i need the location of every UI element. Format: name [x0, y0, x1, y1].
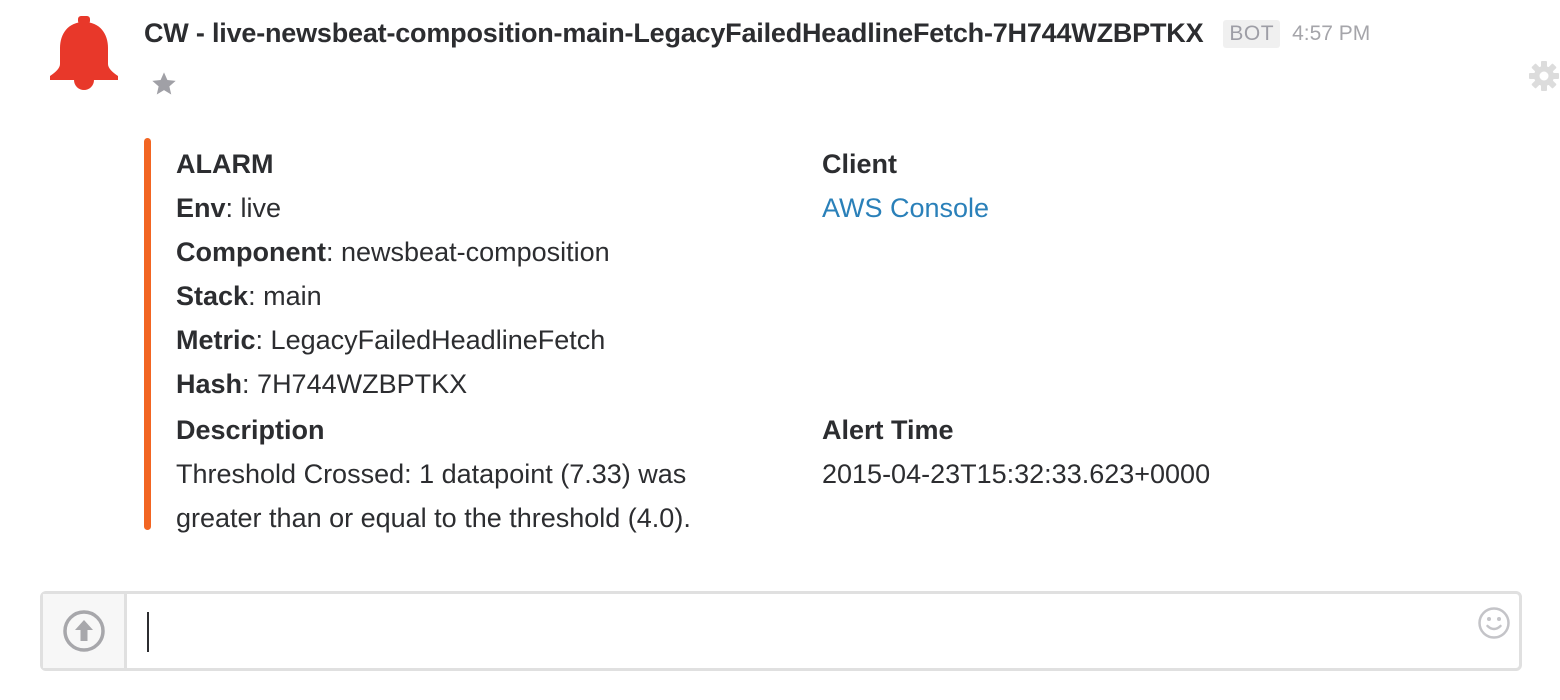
field-component: Component: newsbeat-composition [176, 237, 610, 267]
description-line-1: Threshold Crossed: 1 datapoint (7.33) wa… [176, 459, 687, 489]
client-field: Client AWS Console [822, 142, 989, 230]
alert-time-value: 2015-04-23T15:32:33.623+0000 [822, 459, 1211, 489]
bell-icon[interactable] [48, 16, 120, 90]
field-env: Env: live [176, 193, 282, 223]
star-icon[interactable] [150, 70, 178, 98]
alert-time-field: Alert Time 2015-04-23T15:32:33.623+0000 [822, 408, 1210, 496]
description-title: Description [176, 415, 325, 445]
message-timestamp[interactable]: 4:57 PM [1292, 22, 1370, 46]
message-header: CW - live-newsbeat-composition-main-Lega… [144, 18, 1370, 49]
message-input[interactable] [133, 598, 1453, 664]
text-cursor [147, 612, 149, 652]
message-composer [40, 591, 1522, 671]
client-title: Client [822, 149, 898, 179]
sender-name[interactable]: CW - live-newsbeat-composition-main-Lega… [144, 18, 1204, 49]
field-stack: Stack: main [176, 281, 322, 311]
field-hash: Hash: 7H744WZBPTKX [176, 369, 468, 399]
alarm-fields: ALARM Env: live Component: newsbeat-comp… [176, 142, 610, 406]
smiley-icon[interactable] [1477, 606, 1511, 640]
bot-badge: BOT [1223, 19, 1281, 48]
alarm-attachment: ALARM Env: live Component: newsbeat-comp… [144, 138, 1444, 533]
chat-message: CW - live-newsbeat-composition-main-Lega… [0, 0, 1560, 580]
field-metric: Metric: LegacyFailedHeadlineFetch [176, 325, 606, 355]
upload-arrow-icon [62, 610, 105, 652]
description-field: Description Threshold Crossed: 1 datapoi… [176, 408, 691, 540]
upload-button[interactable] [43, 594, 127, 668]
description-line-2: greater than or equal to the threshold (… [176, 503, 691, 533]
attachment-accent-bar [144, 138, 151, 530]
alert-time-title: Alert Time [822, 415, 954, 445]
alarm-title: ALARM [176, 149, 274, 179]
gear-icon[interactable] [1528, 60, 1560, 92]
aws-console-link[interactable]: AWS Console [822, 186, 989, 230]
